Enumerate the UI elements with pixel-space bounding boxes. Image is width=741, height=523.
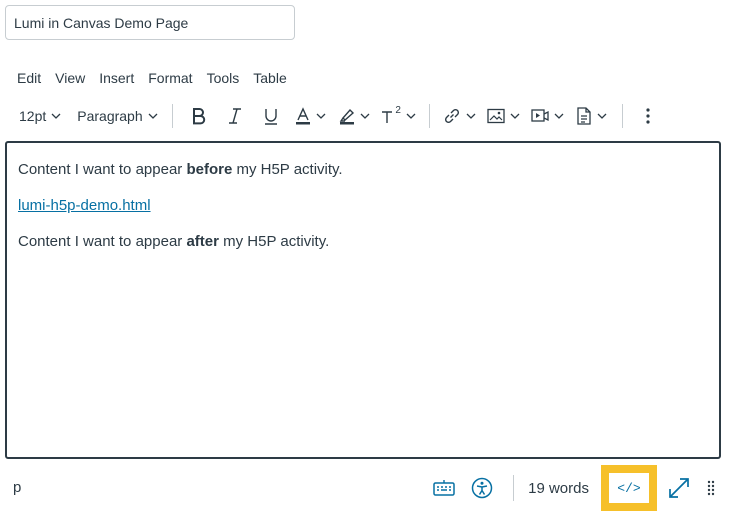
chevron-down-icon <box>51 113 61 119</box>
highlight-color-button[interactable] <box>333 100 377 132</box>
toolbar-divider <box>428 104 430 128</box>
document-button[interactable] <box>570 100 614 132</box>
word-count: 19 words <box>528 479 589 497</box>
paragraph-text: Content I want to appear <box>18 233 187 250</box>
image-icon <box>487 108 505 124</box>
block-format-dropdown[interactable]: Paragraph <box>65 100 163 132</box>
text-color-icon <box>296 107 311 125</box>
rich-content-editor[interactable]: Content I want to appear before my H5P a… <box>5 141 721 459</box>
menu-format[interactable]: Format <box>148 70 192 86</box>
menu-table[interactable]: Table <box>253 70 286 86</box>
paragraph-text: my H5P activity. <box>218 233 330 250</box>
font-size-dropdown[interactable]: 12pt <box>8 100 65 132</box>
link-icon <box>445 108 460 124</box>
image-button[interactable] <box>482 100 526 132</box>
chevron-down-icon <box>148 113 158 119</box>
element-path[interactable]: p <box>13 479 21 496</box>
font-size-value: 12pt <box>19 108 47 124</box>
fullscreen-button[interactable] <box>663 471 695 505</box>
link-button[interactable] <box>438 100 482 132</box>
content-paragraph-1: Content I want to appear before my H5P a… <box>18 161 708 179</box>
underline-button[interactable] <box>253 100 289 132</box>
document-icon <box>577 107 591 125</box>
html-editor-toggle-button[interactable]: </> <box>601 465 657 511</box>
menu-insert[interactable]: Insert <box>99 70 134 86</box>
editor-statusbar: p 19 words </> <box>5 463 721 513</box>
toolbar-divider <box>171 104 173 128</box>
resize-handle[interactable] <box>703 471 719 505</box>
h5p-file-link[interactable]: lumi-h5p-demo.html <box>18 197 151 214</box>
bold-button[interactable] <box>181 100 217 132</box>
statusbar-divider <box>513 475 515 501</box>
chevron-down-icon <box>510 113 520 119</box>
bold-text: before <box>186 161 233 178</box>
content-paragraph-2: lumi-h5p-demo.html <box>18 197 708 215</box>
keyboard-shortcuts-button[interactable] <box>427 471 461 505</box>
paragraph-text: my H5P activity. <box>232 161 343 178</box>
chevron-down-icon <box>406 113 416 119</box>
chevron-down-icon <box>597 113 607 119</box>
code-icon: </> <box>617 480 641 496</box>
italic-icon <box>228 108 241 124</box>
more-options-button[interactable] <box>631 100 665 132</box>
chevron-down-icon <box>316 113 326 119</box>
chevron-down-icon <box>360 113 370 119</box>
underline-icon <box>264 109 277 125</box>
editor-toolbar: 12pt Paragraph 2 <box>8 100 712 132</box>
vertical-ellipsis-icon <box>646 108 650 124</box>
keyboard-icon <box>433 480 455 496</box>
chevron-down-icon <box>466 113 476 119</box>
menu-edit[interactable]: Edit <box>17 70 41 86</box>
accessibility-icon <box>471 477 493 499</box>
paragraph-text: Content I want to appear <box>18 161 187 178</box>
italic-button[interactable] <box>217 100 253 132</box>
bold-icon <box>192 108 205 125</box>
page-title-input[interactable] <box>5 5 295 40</box>
block-format-value: Paragraph <box>77 108 143 124</box>
superscript-button[interactable]: 2 <box>377 100 421 132</box>
menu-tools[interactable]: Tools <box>207 70 240 86</box>
text-color-button[interactable] <box>289 100 333 132</box>
accessibility-checker-button[interactable] <box>465 471 499 505</box>
superscript-icon <box>382 111 393 123</box>
bold-text: after <box>186 233 219 250</box>
editor-menubar: Edit View Insert Format Tools Table <box>17 70 301 86</box>
expand-icon <box>669 478 689 498</box>
drag-handle-icon <box>707 480 715 496</box>
statusbar-controls: 19 words </> <box>427 463 721 513</box>
superscript-label: 2 <box>395 104 401 116</box>
chevron-down-icon <box>554 113 564 119</box>
media-button[interactable] <box>526 100 570 132</box>
media-icon <box>531 109 549 122</box>
highlighter-icon <box>339 108 355 125</box>
toolbar-divider <box>621 104 623 128</box>
content-paragraph-3: Content I want to appear after my H5P ac… <box>18 233 708 251</box>
menu-view[interactable]: View <box>55 70 85 86</box>
